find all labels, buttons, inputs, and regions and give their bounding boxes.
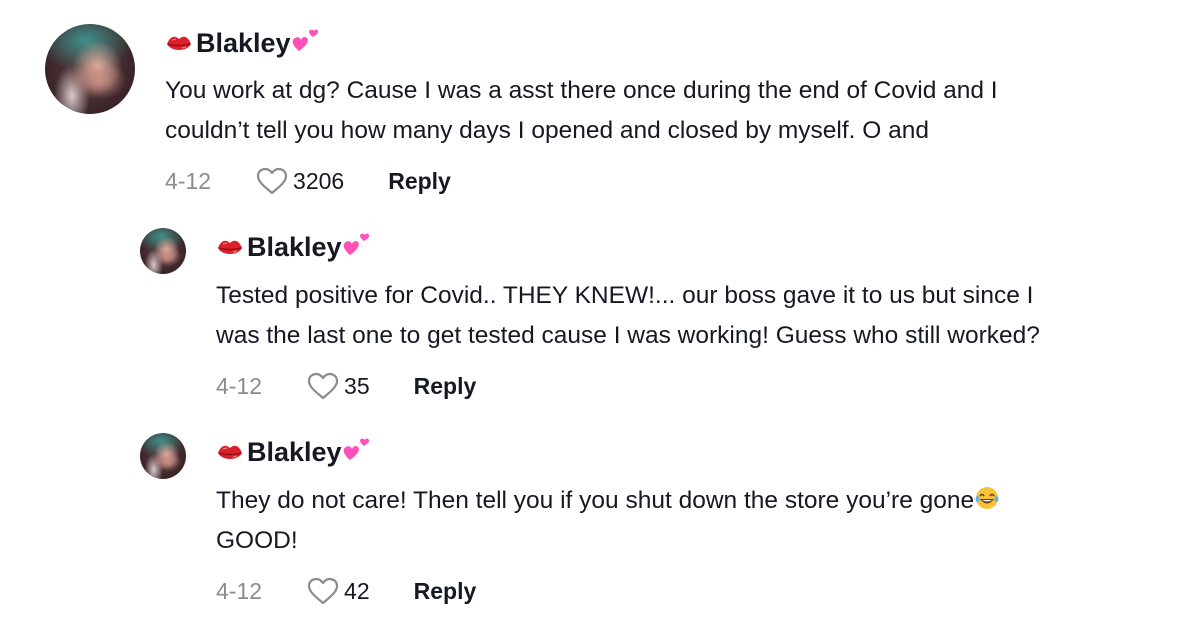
author-name: Blakley xyxy=(196,28,291,58)
author-name: Blakley xyxy=(247,232,342,262)
comment-reply: Blakley Tested positive for Covid.. THEY… xyxy=(0,210,1200,415)
comment: Blakley You work at dg? Cause I was a as… xyxy=(0,0,1200,210)
comment-text-line: Tested positive for Covid.. THEY KNEW!..… xyxy=(216,282,1034,309)
reply-button[interactable]: Reply xyxy=(414,578,477,605)
face-with-tears-of-joy-icon xyxy=(974,485,1000,511)
heart-outline-icon[interactable] xyxy=(306,371,340,401)
comment-meta: 4-12 35 Reply xyxy=(216,371,476,401)
two-hearts-icon xyxy=(342,229,372,259)
reply-button[interactable]: Reply xyxy=(388,168,451,195)
comment-text-line: GOOD! xyxy=(216,527,298,554)
kiss-mark-icon xyxy=(216,443,244,463)
heart-outline-icon[interactable] xyxy=(306,576,340,606)
like-count: 35 xyxy=(344,372,370,399)
two-hearts-icon xyxy=(342,434,372,464)
reply-button[interactable]: Reply xyxy=(414,373,477,400)
avatar[interactable] xyxy=(140,228,186,274)
comment-text-line: They do not care! Then tell you if you s… xyxy=(216,481,1000,521)
comment-text: They do not care! Then tell you if you s… xyxy=(216,487,975,514)
like-count: 3206 xyxy=(293,167,345,194)
like-count: 42 xyxy=(344,577,370,604)
comment-date: 4-12 xyxy=(216,372,263,399)
comment-author[interactable]: Blakley xyxy=(165,28,321,59)
comment-date: 4-12 xyxy=(216,577,263,604)
comment-reply: Blakley They do not care! Then tell you … xyxy=(0,415,1200,628)
kiss-mark-icon xyxy=(216,238,244,258)
comment-text-line: You work at dg? Cause I was a asst there… xyxy=(165,77,998,104)
author-name: Blakley xyxy=(247,437,342,467)
comment-meta: 4-12 42 Reply xyxy=(216,576,476,606)
heart-outline-icon[interactable] xyxy=(255,166,289,196)
avatar[interactable] xyxy=(140,433,186,479)
two-hearts-icon xyxy=(291,25,321,55)
comment-date: 4-12 xyxy=(165,167,212,194)
comment-text-line: was the last one to get tested cause I w… xyxy=(216,322,1040,349)
comment-meta: 4-12 3206 Reply xyxy=(165,166,451,196)
kiss-mark-icon xyxy=(165,34,193,54)
comment-author[interactable]: Blakley xyxy=(216,437,372,468)
comment-text-line: couldn’t tell you how many days I opened… xyxy=(165,117,930,144)
comment-author[interactable]: Blakley xyxy=(216,232,372,263)
avatar[interactable] xyxy=(45,24,135,114)
